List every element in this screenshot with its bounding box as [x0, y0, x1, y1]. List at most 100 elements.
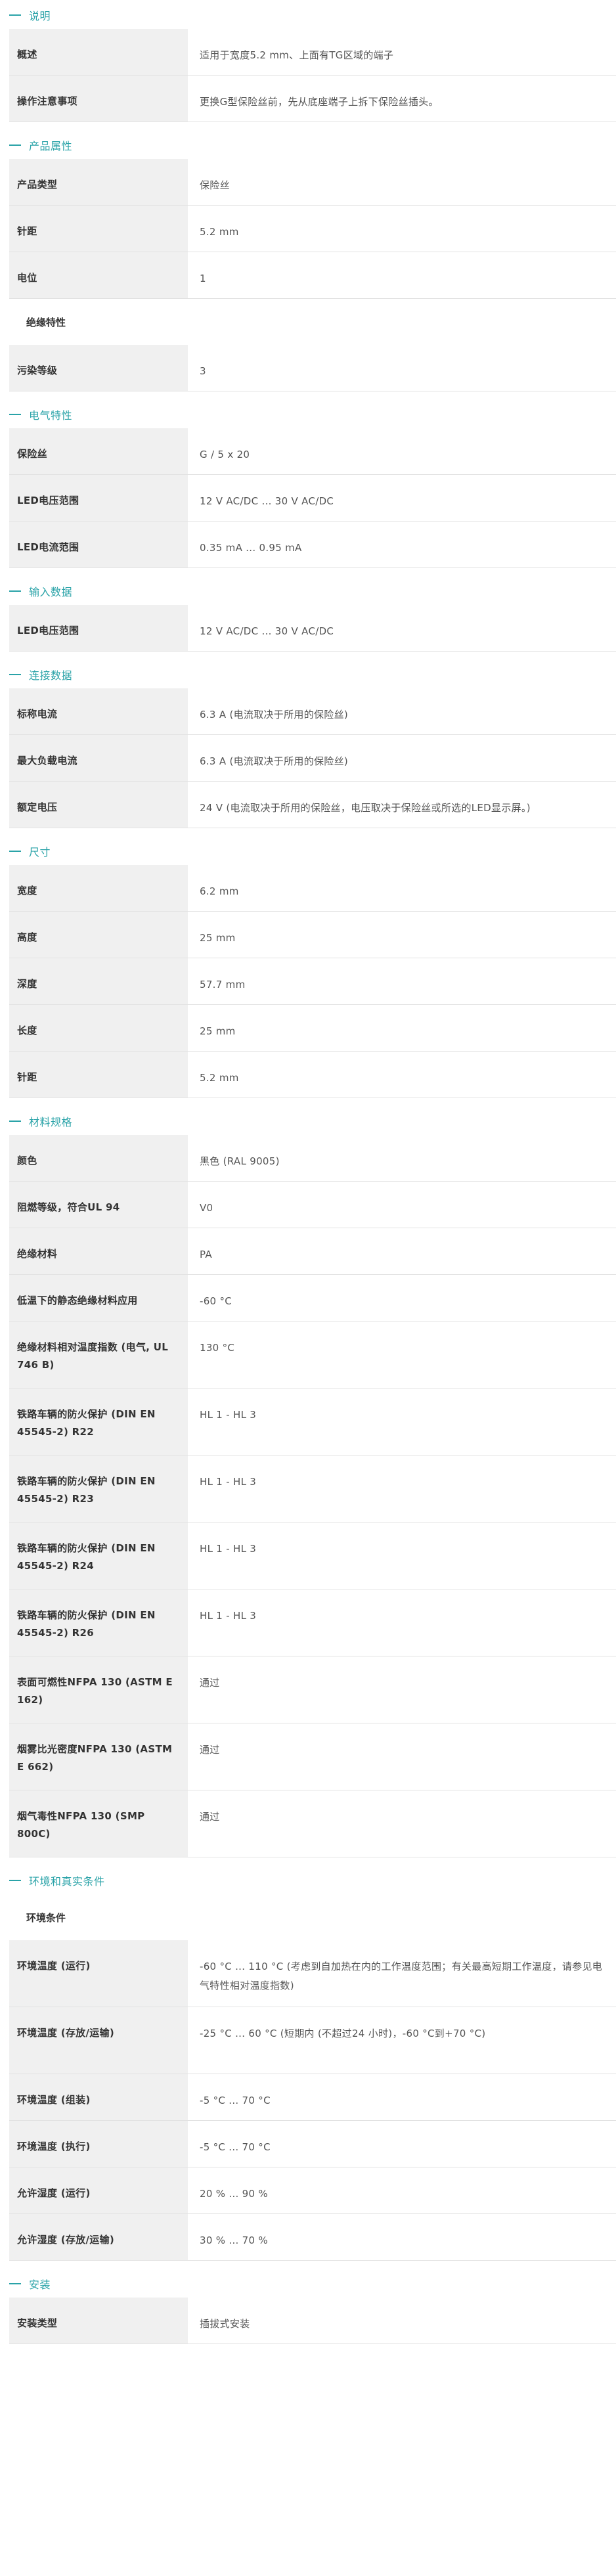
section-header[interactable]: 环境和真实条件 — [0, 1871, 616, 1890]
spec-key: LED电压范围 — [9, 475, 188, 521]
spec-value: 黑色 (RAL 9005) — [188, 1135, 616, 1181]
spec-row: 最大负载电流6.3 A (电流取决于所用的保险丝) — [9, 735, 616, 782]
spec-key: 最大负载电流 — [9, 735, 188, 781]
section-title: 尺寸 — [29, 843, 51, 859]
spec-key: 污染等级 — [9, 345, 188, 391]
section-title: 材料规格 — [29, 1113, 72, 1129]
spec-value: G / 5 x 20 — [188, 428, 616, 474]
spec-value: 0.35 mA ... 0.95 mA — [188, 522, 616, 567]
spec-row: 铁路车辆的防火保护 (DIN EN 45545-2) R24HL 1 - HL … — [9, 1522, 616, 1589]
spec-subheading: 绝缘特性 — [9, 299, 616, 345]
section-header[interactable]: 输入数据 — [0, 581, 616, 601]
spec-section: 说明概述适用于宽度5.2 mm、上面有TG区域的端子操作注意事项更换G型保险丝前… — [0, 5, 616, 122]
section-header[interactable]: 尺寸 — [0, 841, 616, 861]
spec-table: LED电压范围12 V AC/DC ... 30 V AC/DC — [9, 605, 616, 652]
spec-key: 深度 — [9, 958, 188, 1004]
spec-value: 6.2 mm — [188, 865, 616, 911]
spec-row: LED电压范围12 V AC/DC ... 30 V AC/DC — [9, 605, 616, 652]
spec-row: 表面可燃性NFPA 130 (ASTM E 162)通过 — [9, 1656, 616, 1723]
spec-row: 环境温度 (存放/运输)-25 °C ... 60 °C (短期内 (不超过24… — [9, 2007, 616, 2074]
spec-row: 保险丝G / 5 x 20 — [9, 428, 616, 475]
spec-row: 深度57.7 mm — [9, 958, 616, 1005]
spec-value: 6.3 A (电流取决于所用的保险丝) — [188, 735, 616, 781]
spec-value: HL 1 - HL 3 — [188, 1522, 616, 1589]
section-collapse-icon — [9, 14, 21, 16]
spec-row: 操作注意事项更换G型保险丝前，先从底座端子上拆下保险丝插头。 — [9, 76, 616, 122]
spec-value: 更换G型保险丝前，先从底座端子上拆下保险丝插头。 — [188, 76, 616, 122]
spec-key: 铁路车辆的防火保护 (DIN EN 45545-2) R22 — [9, 1388, 188, 1455]
section-collapse-icon — [9, 414, 21, 415]
spec-key: 产品类型 — [9, 159, 188, 205]
spec-key: 针距 — [9, 206, 188, 252]
spec-section: 输入数据 LED电压范围12 V AC/DC ... 30 V AC/DC — [0, 581, 616, 652]
spec-value: 12 V AC/DC ... 30 V AC/DC — [188, 475, 616, 521]
spec-row: 概述适用于宽度5.2 mm、上面有TG区域的端子 — [9, 29, 616, 76]
spec-key: 环境温度 (组装) — [9, 2074, 188, 2120]
spec-key: 保险丝 — [9, 428, 188, 474]
spec-value: 5.2 mm — [188, 1052, 616, 1098]
spec-row: 允许湿度 (存放/运输)30 % ... 70 % — [9, 2214, 616, 2261]
spec-value: HL 1 - HL 3 — [188, 1589, 616, 1656]
section-header[interactable]: 安装 — [0, 2274, 616, 2294]
section-header[interactable]: 产品属性 — [0, 135, 616, 155]
spec-key: 铁路车辆的防火保护 (DIN EN 45545-2) R23 — [9, 1455, 188, 1522]
spec-value: 5.2 mm — [188, 206, 616, 252]
spec-table: 保险丝G / 5 x 20LED电压范围12 V AC/DC ... 30 V … — [9, 428, 616, 568]
spec-row: 宽度6.2 mm — [9, 865, 616, 912]
section-title: 安装 — [29, 2276, 51, 2292]
spec-value: HL 1 - HL 3 — [188, 1455, 616, 1522]
spec-value: 30 % ... 70 % — [188, 2214, 616, 2260]
spec-value: -5 °C ... 70 °C — [188, 2121, 616, 2167]
spec-row: 针距5.2 mm — [9, 206, 616, 252]
spec-row: 产品类型保险丝 — [9, 159, 616, 206]
spec-table: 宽度6.2 mm高度25 mm深度57.7 mm长度25 mm针距5.2 mm — [9, 865, 616, 1098]
spec-row: 绝缘材料相对温度指数 (电气, UL 746 B)130 °C — [9, 1321, 616, 1388]
spec-value: 通过 — [188, 1656, 616, 1723]
spec-key: 绝缘材料相对温度指数 (电气, UL 746 B) — [9, 1321, 188, 1388]
spec-value: 20 % ... 90 % — [188, 2167, 616, 2213]
spec-value: PA — [188, 1228, 616, 1274]
spec-key: 高度 — [9, 912, 188, 958]
spec-table: 颜色黑色 (RAL 9005)阻燃等级，符合UL 94V0绝缘材料PA低温下的静… — [9, 1135, 616, 1857]
spec-section: 产品属性产品类型保险丝针距5.2 mm电位1绝缘特性污染等级3 — [0, 135, 616, 391]
spec-key: 长度 — [9, 1005, 188, 1051]
spec-value: 1 — [188, 252, 616, 298]
spec-key: LED电压范围 — [9, 605, 188, 651]
spec-row: 额定电压24 V (电流取决于所用的保险丝，电压取决于保险丝或所选的LED显示屏… — [9, 782, 616, 828]
section-title: 电气特性 — [29, 407, 72, 422]
spec-value: HL 1 - HL 3 — [188, 1388, 616, 1455]
spec-table: 概述适用于宽度5.2 mm、上面有TG区域的端子操作注意事项更换G型保险丝前，先… — [9, 29, 616, 122]
spec-row: 高度25 mm — [9, 912, 616, 958]
spec-key: 烟雾比光密度NFPA 130 (ASTM E 662) — [9, 1723, 188, 1790]
spec-key: 颜色 — [9, 1135, 188, 1181]
spec-key: 环境温度 (执行) — [9, 2121, 188, 2167]
section-collapse-icon — [9, 674, 21, 675]
spec-value: 保险丝 — [188, 159, 616, 205]
spec-table: 产品类型保险丝针距5.2 mm电位1绝缘特性污染等级3 — [9, 159, 616, 391]
product-spec-page: 说明概述适用于宽度5.2 mm、上面有TG区域的端子操作注意事项更换G型保险丝前… — [0, 5, 616, 2348]
spec-key: 操作注意事项 — [9, 76, 188, 122]
spec-key: 铁路车辆的防火保护 (DIN EN 45545-2) R26 — [9, 1589, 188, 1656]
spec-table: 安装类型插拔式安装 — [9, 2298, 616, 2344]
section-header[interactable]: 连接数据 — [0, 665, 616, 684]
section-header[interactable]: 说明 — [0, 5, 616, 25]
spec-section: 环境和真实条件环境条件环境温度 (运行)-60 °C ... 110 °C (考… — [0, 1871, 616, 2261]
spec-key: 环境温度 (运行) — [9, 1940, 188, 2007]
spec-key: 安装类型 — [9, 2298, 188, 2343]
spec-section: 材料规格颜色黑色 (RAL 9005)阻燃等级，符合UL 94V0绝缘材料PA低… — [0, 1111, 616, 1857]
spec-row: 颜色黑色 (RAL 9005) — [9, 1135, 616, 1182]
spec-row: 长度25 mm — [9, 1005, 616, 1052]
spec-row: 安装类型插拔式安装 — [9, 2298, 616, 2344]
spec-subheading: 环境条件 — [9, 1894, 616, 1940]
spec-row: 针距5.2 mm — [9, 1052, 616, 1098]
spec-row: 电位1 — [9, 252, 616, 299]
section-header[interactable]: 电气特性 — [0, 405, 616, 424]
spec-key: 铁路车辆的防火保护 (DIN EN 45545-2) R24 — [9, 1522, 188, 1589]
section-title: 环境和真实条件 — [29, 1873, 105, 1888]
spec-section: 电气特性保险丝G / 5 x 20LED电压范围12 V AC/DC ... 3… — [0, 405, 616, 568]
section-header[interactable]: 材料规格 — [0, 1111, 616, 1131]
spec-value: -60 °C — [188, 1275, 616, 1321]
spec-section: 连接数据标称电流6.3 A (电流取决于所用的保险丝)最大负载电流6.3 A (… — [0, 665, 616, 828]
spec-section: 安装安装类型插拔式安装 — [0, 2274, 616, 2344]
spec-row: 铁路车辆的防火保护 (DIN EN 45545-2) R26HL 1 - HL … — [9, 1589, 616, 1656]
